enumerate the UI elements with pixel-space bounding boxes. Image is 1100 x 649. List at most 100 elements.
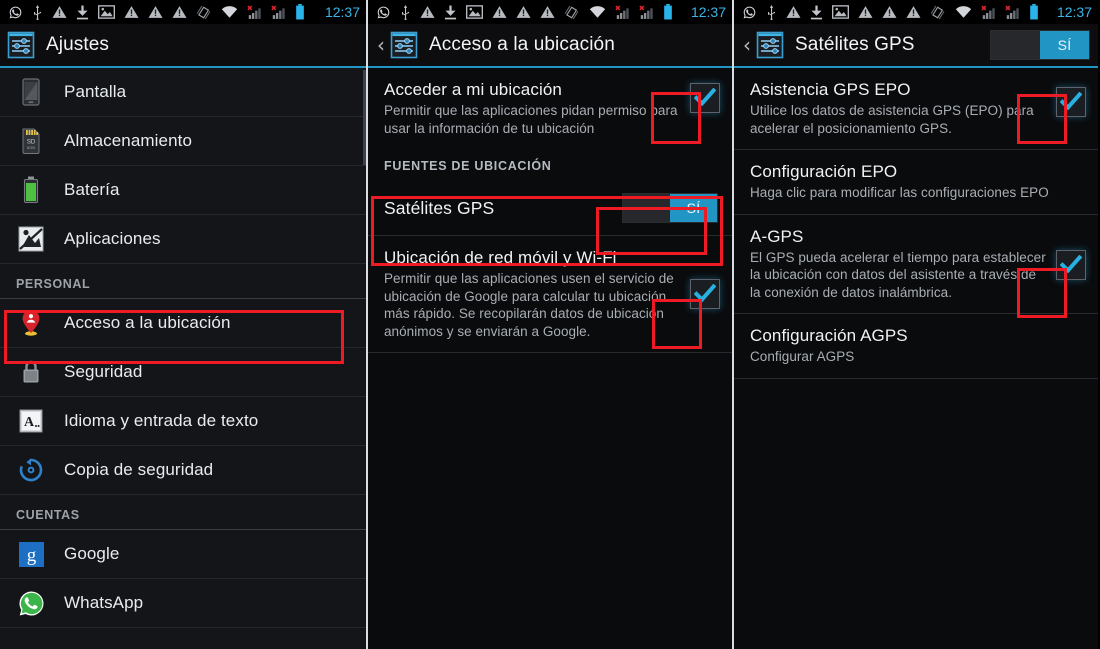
scrollbar[interactable] [363, 70, 366, 165]
svg-text:g: g [26, 545, 36, 566]
pref-title: Asistencia GPS EPO [750, 80, 911, 99]
pref-configuracion-agps[interactable]: Configuración AGPS Configurar AGPS [734, 314, 1098, 379]
sidebar-item-pantalla[interactable]: Pantalla [0, 68, 366, 117]
battery-icon [1029, 4, 1039, 20]
status-bar: 12:37 [0, 0, 366, 24]
signal-no-sim-2-icon [271, 5, 286, 20]
action-bar-ajustes: Ajustes [0, 24, 366, 68]
three-panel-screenshot-composite: 12:37 Ajustes Pantalla SD 8GB Almacenami… [0, 0, 1100, 649]
sidebar-item-label: Pantalla [64, 82, 127, 101]
pref-ubicacion-red-movil-wifi[interactable]: Ubicación de red móvil y Wi-Fi Permitir … [368, 236, 732, 353]
pref-title: Ubicación de red móvil y Wi-Fi [384, 248, 617, 267]
toggle-on-label: SÍ [1040, 31, 1089, 59]
usb-icon [766, 4, 777, 20]
signal-no-sim-1-icon [615, 5, 630, 20]
back-chevron-icon[interactable]: ‹ [740, 35, 754, 55]
sidebar-item-label: Idioma y entrada de texto [64, 411, 259, 430]
section-header-personal: PERSONAL [0, 264, 366, 299]
pref-configuracion-epo[interactable]: Configuración EPO Haga clic para modific… [734, 150, 1098, 215]
display-icon [16, 77, 46, 107]
settings-app-icon [6, 30, 36, 60]
pref-control [690, 79, 720, 113]
pref-text: Configuración AGPS Configurar AGPS [750, 325, 1086, 366]
warning-icon [492, 5, 507, 19]
pref-summary: El GPS pueda acelerar el tiempo para est… [750, 249, 1046, 300]
location-preferences-list: Acceder a mi ubicación Permitir que las … [368, 68, 732, 649]
panel-ajustes: 12:37 Ajustes Pantalla SD 8GB Almacenami… [0, 0, 366, 649]
sidebar-item-almacenamiento[interactable]: SD 8GB Almacenamiento [0, 117, 366, 166]
wifi-icon [955, 5, 972, 19]
screenshot-icon [832, 5, 849, 19]
sidebar-item-label: Almacenamiento [64, 131, 193, 150]
checkbox-ubicacion-red-movil-wifi[interactable] [690, 279, 720, 309]
pref-acceder-a-mi-ubicacion[interactable]: Acceder a mi ubicación Permitir que las … [368, 68, 732, 149]
sidebar-item-label: Acceso a la ubicación [64, 313, 231, 332]
sidebar-item-aplicaciones[interactable]: Aplicaciones [0, 215, 366, 264]
sidebar-item-google[interactable]: g Google [0, 530, 366, 579]
section-header-fuentes-de-ubicacion: FUENTES DE UBICACIÓN [384, 159, 552, 173]
pref-a-gps[interactable]: A-GPS El GPS pueda acelerar el tiempo pa… [734, 215, 1098, 314]
status-bar-icons [8, 4, 325, 20]
backup-icon [16, 455, 46, 485]
settings-app-icon [389, 30, 419, 60]
action-bar-acceso-ubicacion: ‹ Acceso a la ubicación [368, 24, 732, 68]
lock-icon [16, 357, 46, 387]
signal-no-sim-1-icon [247, 5, 262, 20]
warning-icon [906, 5, 921, 19]
master-toggle-satelites-gps[interactable]: SÍ [990, 30, 1090, 60]
signal-no-sim-1-icon [981, 5, 996, 20]
battery-icon [16, 175, 46, 205]
sidebar-item-copia-de-seguridad[interactable]: Copia de seguridad [0, 446, 366, 495]
whatsapp-icon [376, 5, 391, 20]
warning-icon [516, 5, 531, 19]
sidebar-item-idioma-y-entrada-de-texto[interactable]: A Idioma y entrada de texto [0, 397, 366, 446]
pref-text: A-GPS El GPS pueda acelerar el tiempo pa… [750, 226, 1056, 302]
status-bar-clock: 12:37 [1056, 4, 1092, 20]
sidebar-item-whatsapp[interactable]: WhatsApp [0, 579, 366, 628]
sidebar-item-acceso-a-la-ubicacion[interactable]: Acceso a la ubicación [0, 299, 366, 348]
warning-icon [786, 5, 801, 19]
page-title: Satélites GPS [795, 34, 915, 55]
status-bar-clock: 12:37 [324, 4, 360, 20]
status-bar-icons [376, 4, 691, 20]
sidebar-item-label: Aplicaciones [64, 229, 161, 248]
pref-title: Acceder a mi ubicación [384, 80, 562, 99]
pref-asistencia-gps-epo[interactable]: Asistencia GPS EPO Utilice los datos de … [734, 68, 1098, 150]
signal-no-sim-2-icon [1005, 5, 1020, 20]
pref-summary: Configurar AGPS [750, 349, 855, 364]
battery-icon [295, 4, 305, 20]
checkbox-acceder-a-mi-ubicacion[interactable] [690, 83, 720, 113]
toggle-on-label: SÍ [670, 194, 717, 222]
action-bar-satelites-gps: ‹ Satélites GPS SÍ [734, 24, 1098, 68]
sidebar-item-bateria[interactable]: Batería [0, 166, 366, 215]
toggle-satelites-gps[interactable]: SÍ [622, 193, 718, 223]
pref-control [690, 247, 720, 309]
back-chevron-icon[interactable]: ‹ [374, 35, 388, 55]
screenshot-icon [466, 5, 483, 19]
checkbox-asistencia-gps-epo[interactable] [1056, 87, 1086, 117]
warning-icon [882, 5, 897, 19]
warning-icon [420, 5, 435, 19]
toggle-off-half [991, 31, 1040, 59]
status-bar: 12:37 [368, 0, 732, 24]
download-icon [444, 5, 457, 20]
pref-title: Satélites GPS [384, 197, 495, 218]
pref-title: A-GPS [750, 226, 804, 246]
whatsapp-icon [16, 588, 46, 618]
pref-summary: Permitir que las aplicaciones usen el se… [384, 271, 674, 339]
wifi-icon [221, 5, 238, 19]
checkbox-a-gps[interactable] [1056, 249, 1086, 280]
screenshot-icon [98, 5, 115, 19]
warning-icon [172, 5, 187, 19]
pref-text: Ubicación de red móvil y Wi-Fi Permitir … [384, 247, 690, 340]
svg-text:A: A [24, 415, 35, 430]
download-icon [810, 5, 823, 20]
pref-title: Configuración EPO [750, 162, 898, 181]
toggle-off-half [623, 194, 670, 222]
warning-icon [148, 5, 163, 19]
settings-app-icon [755, 30, 785, 60]
pref-text: Asistencia GPS EPO Utilice los datos de … [750, 79, 1056, 137]
page-title: Acceso a la ubicación [429, 34, 615, 55]
pref-satelites-gps[interactable]: Satélites GPS SÍ [368, 181, 732, 236]
sidebar-item-seguridad[interactable]: Seguridad [0, 348, 366, 397]
